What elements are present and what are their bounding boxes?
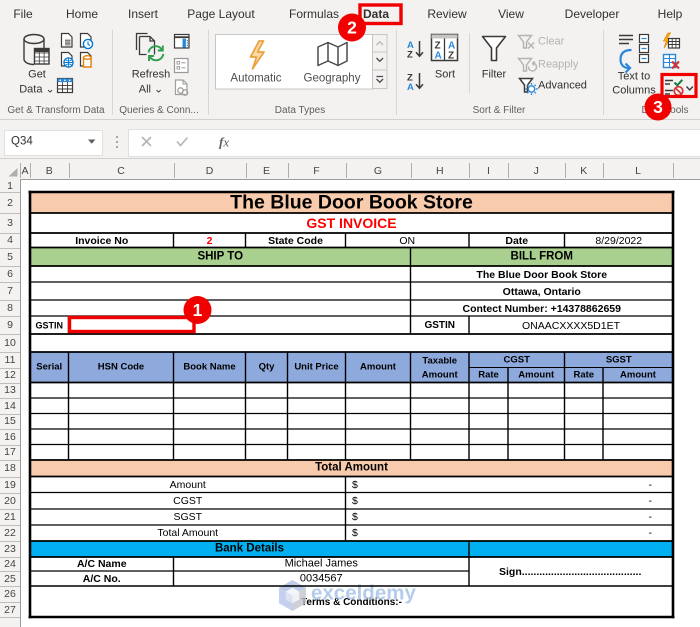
svg-text:2: 2 — [347, 18, 357, 38]
svg-text:3: 3 — [653, 97, 663, 117]
svg-text:1: 1 — [193, 300, 203, 320]
